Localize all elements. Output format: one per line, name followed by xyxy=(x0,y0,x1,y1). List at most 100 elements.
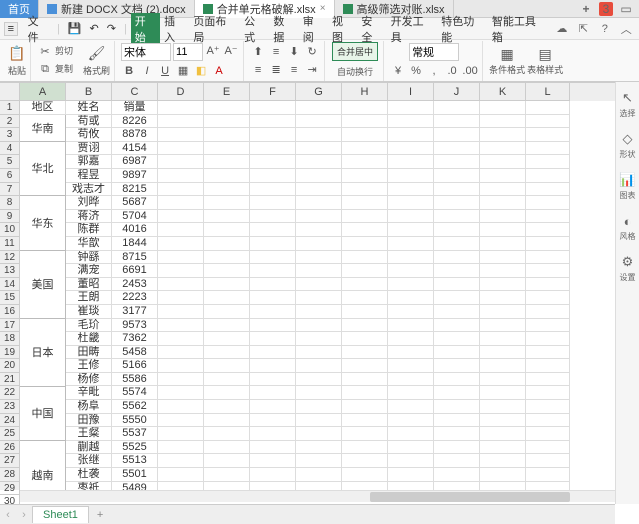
empty-cell[interactable] xyxy=(250,210,296,224)
empty-cell[interactable] xyxy=(250,454,296,468)
empty-cell[interactable] xyxy=(342,332,388,346)
row-header-15[interactable]: 15 xyxy=(0,291,20,305)
empty-cell[interactable] xyxy=(158,305,204,319)
empty-cell[interactable] xyxy=(434,264,480,278)
empty-cell[interactable] xyxy=(296,155,342,169)
name-cell[interactable]: 蒯越 xyxy=(66,441,112,455)
format-painter-icon[interactable]: 🖌 xyxy=(88,44,106,62)
empty-cell[interactable] xyxy=(434,183,480,197)
empty-cell[interactable] xyxy=(296,454,342,468)
col-header-C[interactable]: C xyxy=(112,83,158,101)
empty-cell[interactable] xyxy=(526,115,570,129)
empty-cell[interactable] xyxy=(434,332,480,346)
empty-cell[interactable] xyxy=(388,251,434,265)
sales-cell[interactable]: 5458 xyxy=(112,346,158,360)
empty-cell[interactable] xyxy=(480,169,526,183)
align-left-icon[interactable]: ≡ xyxy=(250,62,266,78)
cells-area[interactable]: 地区姓名销量苟或8226苟攸8878贾诩4154郭嘉6987程昱9897戏志才8… xyxy=(20,101,627,490)
empty-cell[interactable] xyxy=(342,441,388,455)
empty-cell[interactable] xyxy=(342,210,388,224)
sales-cell[interactable]: 5704 xyxy=(112,210,158,224)
empty-cell[interactable] xyxy=(526,400,570,414)
empty-cell[interactable] xyxy=(480,237,526,251)
sales-cell[interactable]: 5489 xyxy=(112,482,158,490)
empty-cell[interactable] xyxy=(388,359,434,373)
empty-cell[interactable] xyxy=(480,183,526,197)
sales-cell[interactable]: 8715 xyxy=(112,251,158,265)
empty-cell[interactable] xyxy=(250,346,296,360)
name-cell[interactable]: 杜袭 xyxy=(66,468,112,482)
empty-cell[interactable] xyxy=(296,482,342,490)
empty-cell[interactable] xyxy=(158,237,204,251)
merge-center-button[interactable]: 合并居中 xyxy=(332,42,378,61)
empty-cell[interactable] xyxy=(526,210,570,224)
empty-cell[interactable] xyxy=(296,427,342,441)
empty-cell[interactable] xyxy=(204,468,250,482)
name-cell[interactable]: 程昱 xyxy=(66,169,112,183)
sales-cell[interactable]: 5550 xyxy=(112,414,158,428)
empty-cell[interactable] xyxy=(342,196,388,210)
col-header-G[interactable]: G xyxy=(296,83,342,101)
empty-cell[interactable] xyxy=(480,115,526,129)
empty-cell[interactable] xyxy=(204,155,250,169)
empty-cell[interactable] xyxy=(388,155,434,169)
empty-cell[interactable] xyxy=(158,264,204,278)
copy-icon[interactable]: ⧉ xyxy=(37,62,53,78)
empty-cell[interactable] xyxy=(388,237,434,251)
merged-region-cell[interactable]: 中国 xyxy=(20,387,66,441)
sales-cell[interactable]: 5537 xyxy=(112,427,158,441)
empty-cell[interactable] xyxy=(204,264,250,278)
empty-cell[interactable] xyxy=(434,414,480,428)
italic-icon[interactable]: I xyxy=(139,63,155,79)
empty-cell[interactable] xyxy=(250,441,296,455)
empty-cell[interactable] xyxy=(434,210,480,224)
empty-cell[interactable] xyxy=(250,251,296,265)
name-cell[interactable]: 王粲 xyxy=(66,427,112,441)
row-header-18[interactable]: 18 xyxy=(0,332,20,346)
sales-cell[interactable]: 5166 xyxy=(112,359,158,373)
empty-cell[interactable] xyxy=(158,101,204,115)
empty-cell[interactable] xyxy=(250,332,296,346)
empty-cell[interactable] xyxy=(296,319,342,333)
empty-cell[interactable] xyxy=(434,319,480,333)
empty-cell[interactable] xyxy=(204,196,250,210)
empty-cell[interactable] xyxy=(434,359,480,373)
empty-cell[interactable] xyxy=(158,332,204,346)
empty-cell[interactable] xyxy=(526,373,570,387)
sheet-prev-icon[interactable]: ‹ xyxy=(0,509,16,521)
empty-cell[interactable] xyxy=(296,223,342,237)
empty-cell[interactable] xyxy=(158,427,204,441)
empty-cell[interactable] xyxy=(342,251,388,265)
empty-cell[interactable] xyxy=(250,400,296,414)
name-cell[interactable]: 满宠 xyxy=(66,264,112,278)
empty-cell[interactable] xyxy=(158,346,204,360)
empty-cell[interactable] xyxy=(526,278,570,292)
empty-cell[interactable] xyxy=(250,115,296,129)
decimal-inc-icon[interactable]: .0 xyxy=(444,63,460,79)
empty-cell[interactable] xyxy=(388,373,434,387)
redo-icon[interactable]: ↷ xyxy=(103,22,120,35)
name-cell[interactable]: 杨阜 xyxy=(66,400,112,414)
name-cell[interactable]: 苟或 xyxy=(66,115,112,129)
header-cell[interactable]: 销量 xyxy=(112,101,158,115)
empty-cell[interactable] xyxy=(388,319,434,333)
col-header-B[interactable]: B xyxy=(66,83,112,101)
empty-cell[interactable] xyxy=(388,468,434,482)
row-header-22[interactable]: 22 xyxy=(0,386,20,400)
empty-cell[interactable] xyxy=(480,373,526,387)
empty-cell[interactable] xyxy=(480,305,526,319)
empty-cell[interactable] xyxy=(250,101,296,115)
merged-region-cell[interactable]: 越南 xyxy=(20,441,66,490)
empty-cell[interactable] xyxy=(204,359,250,373)
empty-cell[interactable] xyxy=(250,291,296,305)
empty-cell[interactable] xyxy=(296,346,342,360)
empty-cell[interactable] xyxy=(158,386,204,400)
empty-cell[interactable] xyxy=(158,142,204,156)
empty-cell[interactable] xyxy=(342,386,388,400)
empty-cell[interactable] xyxy=(342,128,388,142)
side-style[interactable]: ◐风格 xyxy=(620,213,636,242)
notification-badge[interactable]: 3 xyxy=(599,2,613,16)
border-icon[interactable]: ▦ xyxy=(175,63,191,79)
empty-cell[interactable] xyxy=(388,400,434,414)
col-header-K[interactable]: K xyxy=(480,83,526,101)
